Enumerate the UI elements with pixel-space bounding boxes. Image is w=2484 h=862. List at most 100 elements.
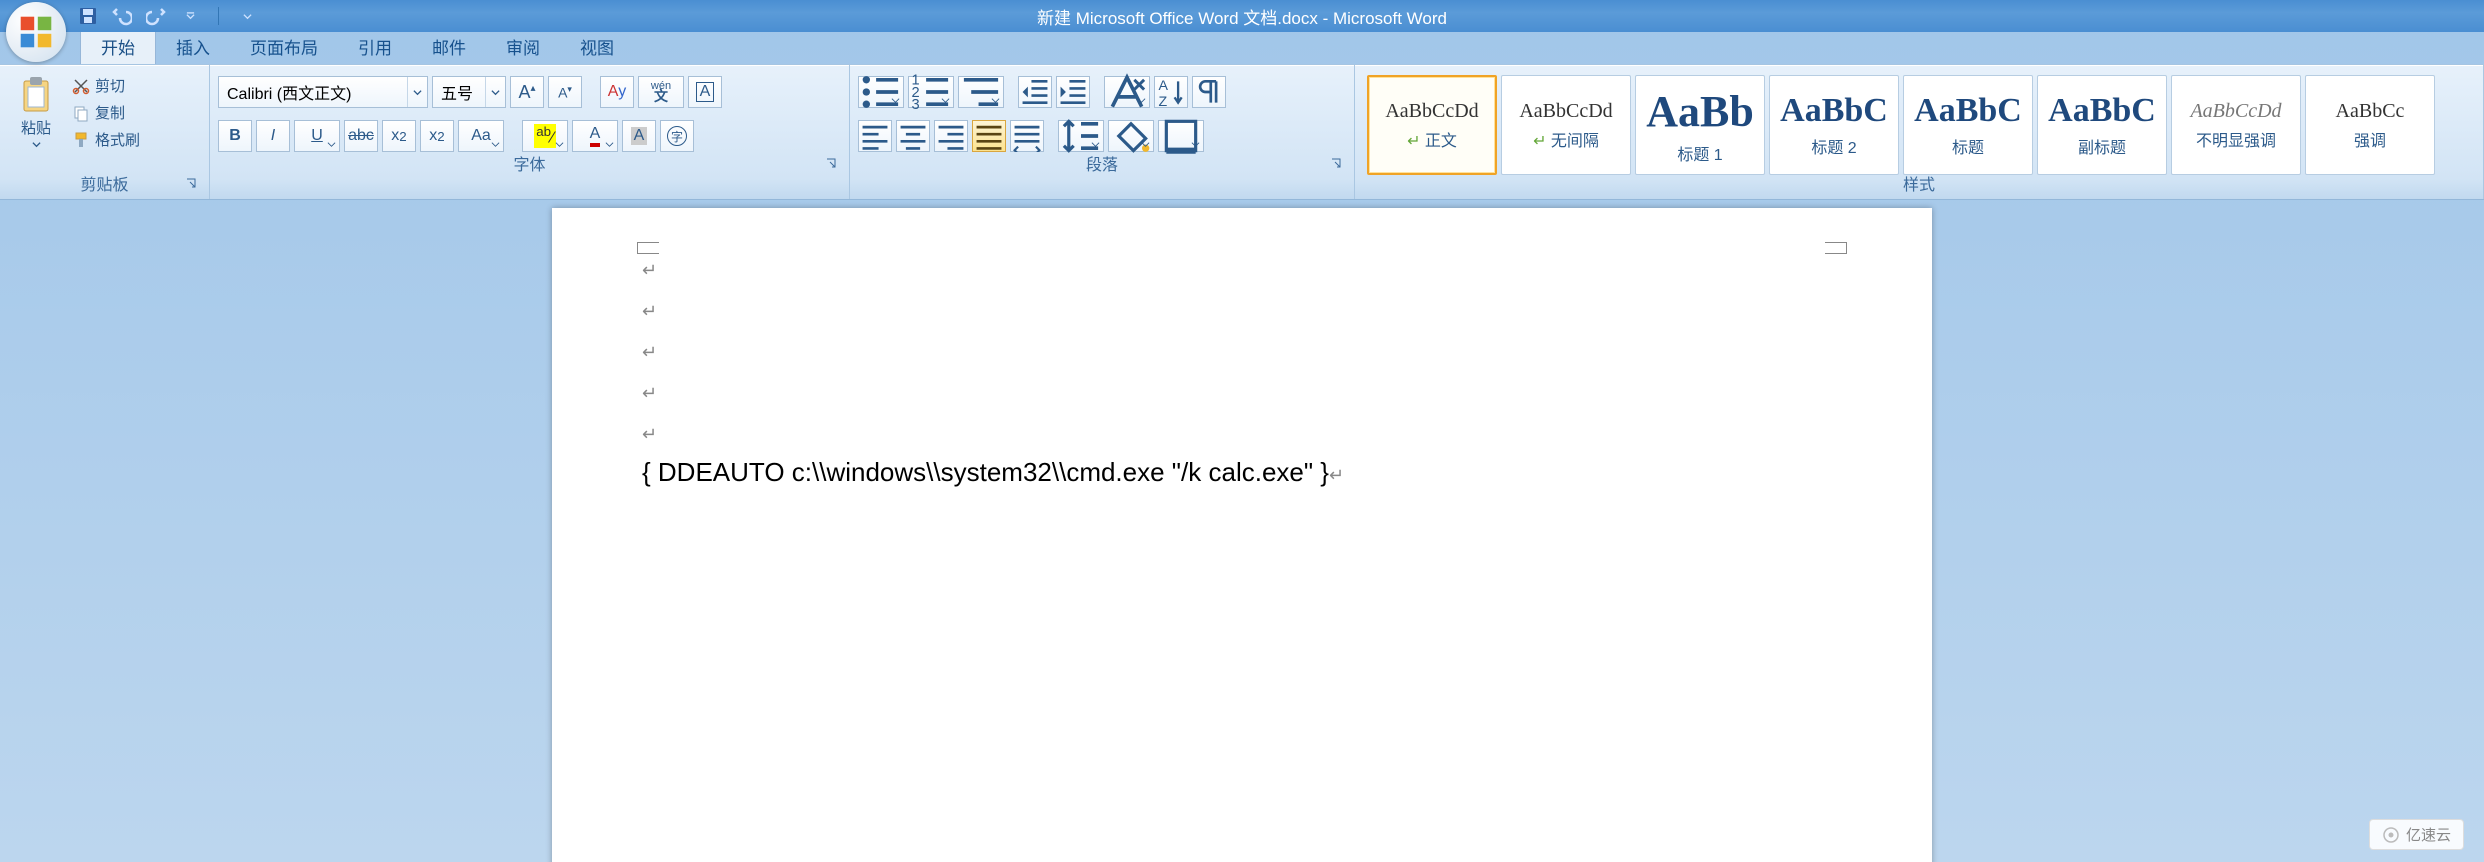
- bullets-icon: [859, 70, 903, 114]
- styles-gallery[interactable]: AaBbCcDd↵ 正文AaBbCcDd↵ 无间隔AaBb标题 1AaBbC标题…: [1363, 71, 2435, 175]
- style-name: 不明显强调: [2196, 127, 2276, 151]
- qat-customize-icon[interactable]: [180, 6, 200, 26]
- tab-review[interactable]: 审阅: [486, 29, 560, 64]
- style-name: 标题: [1952, 134, 1984, 158]
- shrink-font-button[interactable]: A▾: [548, 76, 582, 108]
- line-spacing-button[interactable]: [1058, 120, 1104, 152]
- subscript-button[interactable]: x2: [382, 120, 416, 152]
- paste-button[interactable]: 粘贴: [8, 71, 64, 175]
- ribbon-tabs: 开始 插入 页面布局 引用 邮件 审阅 视图: [70, 32, 2484, 64]
- font-color-button[interactable]: A: [572, 120, 618, 152]
- style-name: 强调: [2354, 127, 2386, 151]
- style-card[interactable]: AaBbC标题 2: [1769, 75, 1899, 175]
- copy-button[interactable]: 复制: [68, 102, 144, 123]
- style-card[interactable]: AaBbCcDd ↵ 无间隔: [1501, 75, 1631, 175]
- document-line[interactable]: { DDEAUTO c:\\windows\\system32\\cmd.exe…: [642, 453, 1842, 494]
- tab-mailings[interactable]: 邮件: [412, 29, 486, 64]
- align-center-button[interactable]: [896, 120, 930, 152]
- watermark-text: 亿速云: [2406, 824, 2451, 845]
- document-page[interactable]: ↵↵↵↵↵{ DDEAUTO c:\\windows\\system32\\cm…: [552, 208, 1932, 862]
- style-card[interactable]: AaBbCc 强调: [2305, 75, 2435, 175]
- chevron-down-icon: [407, 77, 427, 107]
- document-area[interactable]: ↵↵↵↵↵{ DDEAUTO c:\\windows\\system32\\cm…: [0, 200, 2484, 862]
- change-case-button[interactable]: Aa: [458, 120, 504, 152]
- save-icon[interactable]: [78, 6, 98, 26]
- paragraph-mark: ↵: [642, 412, 1842, 453]
- align-right-button[interactable]: [934, 120, 968, 152]
- strikethrough-button[interactable]: abc: [344, 120, 378, 152]
- style-name: ↵ 无间隔: [1533, 127, 1599, 151]
- tab-page-layout[interactable]: 页面布局: [230, 29, 338, 64]
- bucket-icon: [1109, 114, 1153, 158]
- qat-more-icon[interactable]: [237, 6, 257, 26]
- paragraph-mark: ↵: [642, 330, 1842, 371]
- grow-font-button[interactable]: A▴: [510, 76, 544, 108]
- style-card[interactable]: AaBbCcDd ↵ 正文: [1367, 75, 1497, 175]
- style-name: ↵ 正文: [1407, 127, 1457, 151]
- style-card[interactable]: AaBbC 标题: [1903, 75, 2033, 175]
- svg-text:3: 3: [911, 97, 919, 113]
- sort-button[interactable]: AZ: [1154, 76, 1188, 108]
- style-card[interactable]: AaBbC 副标题: [2037, 75, 2167, 175]
- multilevel-list-button[interactable]: [958, 76, 1004, 108]
- show-hide-marks-button[interactable]: [1192, 76, 1226, 108]
- superscript-button[interactable]: x2: [420, 120, 454, 152]
- phonetic-guide-button[interactable]: wén文: [638, 76, 684, 108]
- italic-button[interactable]: I: [256, 120, 290, 152]
- align-left-button[interactable]: [858, 120, 892, 152]
- clear-formatting-button[interactable]: Ay: [600, 76, 634, 108]
- office-button[interactable]: [6, 2, 66, 62]
- font-size-dropdown[interactable]: 五号: [432, 76, 506, 108]
- style-preview: AaBbC: [2048, 92, 2156, 130]
- borders-button[interactable]: [1158, 120, 1204, 152]
- asian-layout-button[interactable]: [1104, 76, 1150, 108]
- bold-button[interactable]: B: [218, 120, 252, 152]
- tab-insert[interactable]: 插入: [156, 29, 230, 64]
- styles-label-text: 样式: [1903, 177, 1935, 194]
- document-content[interactable]: ↵↵↵↵↵{ DDEAUTO c:\\windows\\system32\\cm…: [642, 248, 1842, 494]
- indent-icon: [1057, 76, 1089, 108]
- shading-button[interactable]: [1108, 120, 1154, 152]
- clipboard-launcher[interactable]: [185, 177, 201, 193]
- asian-icon: [1105, 70, 1149, 114]
- numbering-button[interactable]: 123: [908, 76, 954, 108]
- cut-label: 剪切: [95, 75, 125, 96]
- paragraph-launcher[interactable]: [1330, 157, 1346, 173]
- font-label-text: 字体: [513, 157, 545, 174]
- cut-button[interactable]: 剪切: [68, 75, 144, 96]
- style-name: 副标题: [2078, 134, 2126, 158]
- group-font: Calibri (西文正文) 五号 A▴ A▾ Ay wén文 A B I: [210, 65, 850, 199]
- style-card[interactable]: AaBbCcDd 不明显强调: [2171, 75, 2301, 175]
- character-border-button[interactable]: A: [688, 76, 722, 108]
- style-card[interactable]: AaBb标题 1: [1635, 75, 1765, 175]
- line-spacing-icon: [1059, 114, 1103, 158]
- decrease-indent-button[interactable]: [1018, 76, 1052, 108]
- borders-icon: [1159, 114, 1203, 158]
- underline-button[interactable]: U: [294, 120, 340, 152]
- justify-button[interactable]: [972, 120, 1006, 152]
- bullets-button[interactable]: [858, 76, 904, 108]
- group-styles: AaBbCcDd↵ 正文AaBbCcDd↵ 无间隔AaBb标题 1AaBbC标题…: [1355, 65, 2484, 199]
- font-name-value: Calibri (西文正文): [227, 80, 351, 104]
- font-name-dropdown[interactable]: Calibri (西文正文): [218, 76, 428, 108]
- style-preview: AaBbCcDd: [1519, 100, 1612, 123]
- highlight-button[interactable]: ab⁄: [522, 120, 568, 152]
- group-clipboard: 粘贴 剪切 复制 格式刷 剪贴板: [0, 65, 210, 199]
- enclose-characters-button[interactable]: 字: [660, 120, 694, 152]
- tab-references[interactable]: 引用: [338, 29, 412, 64]
- tab-view[interactable]: 视图: [560, 29, 634, 64]
- character-shading-button[interactable]: A: [622, 120, 656, 152]
- redo-icon[interactable]: [146, 6, 166, 26]
- distribute-button[interactable]: [1010, 120, 1044, 152]
- group-paragraph: 123 AZ 段落: [850, 65, 1355, 199]
- style-preview: AaBbCcDd: [1385, 100, 1478, 123]
- font-size-value: 五号: [441, 80, 473, 104]
- style-preview: AaBbCc: [2336, 100, 2405, 123]
- increase-indent-button[interactable]: [1056, 76, 1090, 108]
- font-launcher[interactable]: [825, 157, 841, 173]
- style-preview: AaBbC: [1914, 92, 2022, 130]
- format-painter-button[interactable]: 格式刷: [68, 129, 144, 150]
- style-preview: AaBbCcDd: [2190, 100, 2281, 123]
- tab-home[interactable]: 开始: [80, 28, 156, 64]
- undo-icon[interactable]: [112, 6, 132, 26]
